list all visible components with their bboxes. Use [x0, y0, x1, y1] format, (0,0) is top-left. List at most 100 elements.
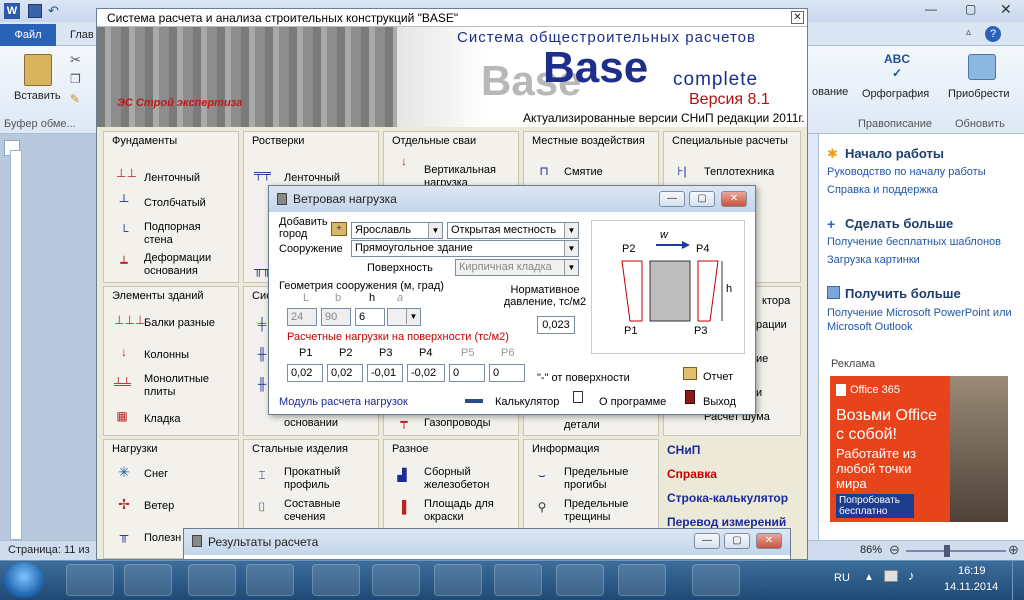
tab-file[interactable]: Файл: [0, 24, 56, 46]
item-retaining-wall[interactable]: Подпорная стена: [144, 221, 224, 247]
spelling-button[interactable]: Орфография: [862, 88, 929, 100]
get-link-powerpoint[interactable]: Получение Microsoft PowerPoint или Micro…: [827, 306, 1017, 334]
item-slabs[interactable]: Монолитные плиты: [144, 373, 224, 399]
zoom-in-icon[interactable]: ⊕: [1008, 542, 1019, 558]
tray-volume-icon[interactable]: ♪: [908, 568, 915, 583]
about-icon[interactable]: [573, 391, 583, 403]
taskbar-app-icon[interactable]: [618, 564, 666, 596]
report-button[interactable]: Отчет: [703, 371, 733, 383]
item-heat[interactable]: Теплотехника: [704, 166, 774, 179]
taskbar-calculator-icon[interactable]: [692, 564, 740, 596]
start-link-guide[interactable]: Руководство по началу работы: [827, 166, 986, 178]
item-useful[interactable]: Полезн: [144, 532, 181, 545]
surface-select[interactable]: Кирпичная кладка ▼: [455, 259, 579, 276]
report-icon[interactable]: [683, 367, 697, 380]
save-icon[interactable]: [28, 4, 42, 18]
spelling-icon[interactable]: ABC ✓: [882, 52, 912, 80]
status-page[interactable]: Страница: 11 из: [8, 544, 90, 556]
ribbon-collapse-icon[interactable]: ▵: [966, 27, 971, 38]
zoom-level[interactable]: 86%: [860, 544, 882, 556]
zoom-out-icon[interactable]: ⊖: [889, 542, 900, 558]
item-crushing[interactable]: Смятие: [564, 166, 603, 179]
width-input[interactable]: 90: [321, 308, 351, 326]
item-rolled-profile[interactable]: Прокатный профиль: [284, 466, 364, 492]
clock-date[interactable]: 14.11.2014: [944, 581, 998, 593]
minimize-icon[interactable]: —: [925, 2, 937, 16]
clock-time[interactable]: 16:19: [958, 565, 986, 577]
close-icon[interactable]: ✕: [1000, 1, 1012, 18]
link-calculator[interactable]: Строка-калькулятор: [667, 491, 788, 505]
start-link-help[interactable]: Справка и поддержка: [827, 184, 938, 196]
link-snip[interactable]: СНиП: [667, 443, 700, 457]
addins-button[interactable]: Приобрести: [948, 88, 1010, 100]
taskbar-photos-icon[interactable]: [372, 564, 420, 596]
item-beams[interactable]: Балки разные: [144, 317, 215, 330]
link-help[interactable]: Справка: [667, 467, 717, 481]
zoom-slider-thumb[interactable]: [944, 545, 950, 557]
item-deformation[interactable]: Деформации основания: [144, 252, 234, 278]
item-composite[interactable]: Составные сечения: [284, 498, 364, 524]
undo-icon[interactable]: ↶: [48, 3, 59, 19]
city-select[interactable]: Ярославль ▼: [351, 222, 443, 239]
dialog-minimize-button[interactable]: —: [659, 191, 685, 207]
item-wind[interactable]: Ветер: [144, 500, 174, 513]
dialog-close-button[interactable]: ✕: [721, 191, 747, 207]
dialog-maximize-button[interactable]: ▢: [689, 191, 715, 207]
calculator-icon[interactable]: [465, 399, 483, 403]
language-indicator[interactable]: RU: [834, 572, 850, 584]
taskbar-winrar-icon[interactable]: [246, 564, 294, 596]
ad-button[interactable]: Попробовать бесплатно: [836, 494, 914, 518]
tray-network-icon[interactable]: [884, 570, 898, 582]
item-details[interactable]: детали: [564, 419, 600, 432]
format-painter-icon[interactable]: ✎: [70, 92, 80, 106]
results-minimize-button[interactable]: —: [694, 533, 720, 549]
add-city-icon[interactable]: +: [331, 222, 347, 236]
taskbar-explorer-icon[interactable]: [66, 564, 114, 596]
base-close-icon[interactable]: ✕: [791, 11, 804, 24]
item-column[interactable]: Столбчатый: [144, 197, 206, 210]
length-input[interactable]: 24: [287, 308, 317, 326]
show-desktop-button[interactable]: [1012, 561, 1024, 600]
paste-button[interactable]: Вставить: [14, 90, 61, 102]
cut-icon[interactable]: ✂: [70, 52, 81, 68]
terrain-select[interactable]: Открытая местность ▼: [447, 222, 579, 239]
link-units[interactable]: Перевод измерений: [667, 515, 786, 529]
item-strip[interactable]: Ленточный: [144, 172, 200, 185]
item-precast[interactable]: Сборный железобетон: [424, 466, 504, 492]
paste-icon[interactable]: [24, 54, 52, 86]
item-columns[interactable]: Колонны: [144, 349, 189, 362]
copy-icon[interactable]: ❐: [70, 72, 81, 86]
tab-home[interactable]: Глав: [70, 29, 94, 41]
exit-button[interactable]: Выход: [703, 396, 736, 408]
more-link-clipart[interactable]: Загрузка картинки: [827, 254, 920, 266]
taskbar-media-icon[interactable]: [124, 564, 172, 596]
addins-icon[interactable]: [968, 54, 996, 80]
taskbar-base-icon[interactable]: [556, 564, 604, 596]
tray-expand-icon[interactable]: ▲: [864, 572, 874, 583]
taskbar-word-icon[interactable]: [434, 564, 482, 596]
item-cracks[interactable]: Предельные трещины: [564, 498, 644, 524]
item-gas[interactable]: Газопроводы: [424, 417, 490, 430]
structure-select[interactable]: Прямоугольное здание ▼: [351, 240, 579, 257]
taskbar-skype-icon[interactable]: [312, 564, 360, 596]
item-grillage-strip[interactable]: Ленточный: [284, 172, 340, 185]
more-link-templates[interactable]: Получение бесплатных шаблонов: [827, 236, 1001, 248]
item-masonry[interactable]: Кладка: [144, 413, 181, 426]
angle-select[interactable]: ▼: [387, 308, 421, 326]
exit-icon[interactable]: [685, 390, 695, 404]
ribbon-help-icon[interactable]: ?: [985, 26, 1001, 42]
results-close-button[interactable]: ✕: [756, 533, 782, 549]
item-paint[interactable]: Площадь для окраски: [424, 498, 504, 524]
item-on-base[interactable]: основании: [284, 417, 338, 430]
zoom-slider[interactable]: [906, 545, 1006, 557]
word-app-icon[interactable]: W: [4, 3, 20, 19]
taskbar-ie-icon[interactable]: [494, 564, 542, 596]
height-input[interactable]: 6: [355, 308, 385, 326]
office-ad[interactable]: Office 365 Возьми Office с собой! Работа…: [830, 376, 1008, 522]
results-maximize-button[interactable]: ▢: [724, 533, 750, 549]
maximize-icon[interactable]: ▢: [965, 2, 976, 16]
taskbar-chrome-icon[interactable]: [188, 564, 236, 596]
calculator-button[interactable]: Калькулятор: [495, 396, 559, 408]
about-button[interactable]: О программе: [599, 396, 666, 408]
item-deflection[interactable]: Предельные прогибы: [564, 466, 644, 492]
